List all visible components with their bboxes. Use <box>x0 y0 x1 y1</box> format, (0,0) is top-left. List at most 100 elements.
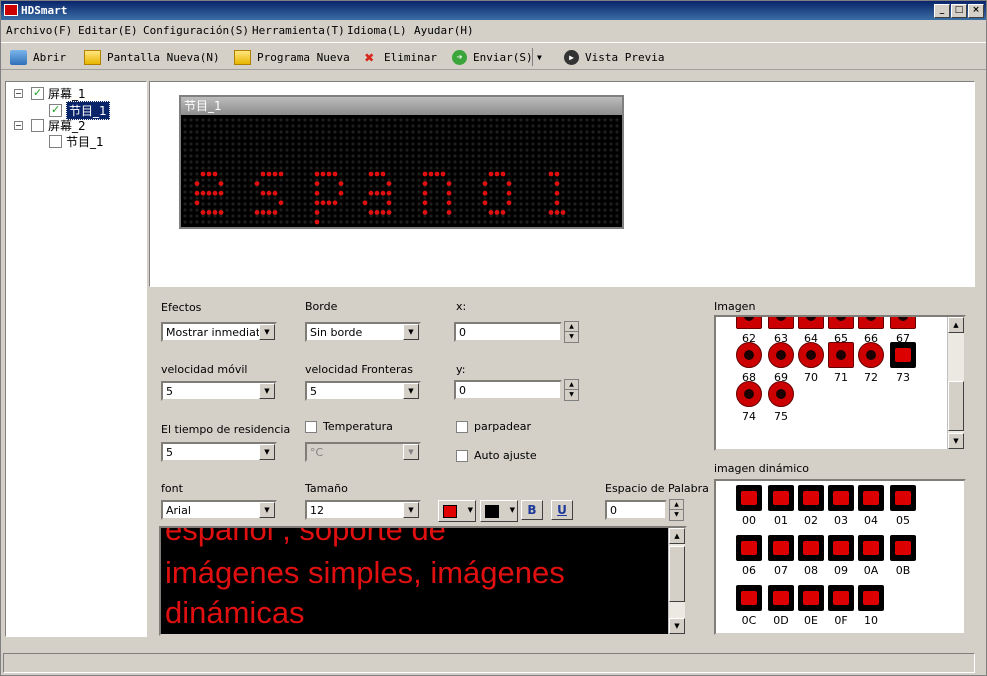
preview-button[interactable]: ▶ Vista Previa <box>564 48 664 66</box>
dynamic-item-07[interactable]: 07 <box>766 535 796 577</box>
dynamic-item-08[interactable]: 08 <box>796 535 826 577</box>
scroll-down-icon[interactable]: ▼ <box>669 618 685 634</box>
collapse-icon[interactable]: − <box>14 121 23 130</box>
menu-editar[interactable]: Editar(E) <box>78 24 138 37</box>
tree-checkbox[interactable] <box>31 119 44 132</box>
checkbox-box[interactable] <box>456 449 468 462</box>
chevron-down-icon[interactable]: ▼ <box>259 444 275 460</box>
scroll-up-icon[interactable]: ▲ <box>669 528 685 544</box>
image-item-64[interactable]: 64 <box>796 317 826 345</box>
tree-node-program-1b[interactable]: 节目_1 <box>49 133 104 150</box>
effects-select[interactable]: Mostrar inmediatam ▼ <box>161 322 277 342</box>
new-program-button[interactable]: Programa Nueva <box>234 48 350 66</box>
dynamic-item-03[interactable]: 03 <box>826 485 856 527</box>
stay-time-select[interactable]: 5 ▼ <box>161 442 277 462</box>
bold-button[interactable]: B <box>521 500 543 520</box>
y-spinner[interactable]: ▲ ▼ <box>564 379 579 401</box>
border-select[interactable]: Sin borde ▼ <box>305 322 421 342</box>
image-item-66[interactable]: 66 <box>856 317 886 345</box>
tree-checkbox[interactable] <box>31 86 44 100</box>
border-speed-select[interactable]: 5 ▼ <box>305 381 421 401</box>
x-spinner[interactable]: ▲ ▼ <box>564 321 579 343</box>
dynamic-item-0C[interactable]: 0C <box>734 585 764 627</box>
maximize-button[interactable]: □ <box>951 4 967 18</box>
image-item-62[interactable]: 62 <box>734 317 764 345</box>
text-editor[interactable]: español , soporte de imágenes simples, i… <box>159 526 687 636</box>
image-item-74[interactable]: 74 <box>734 381 764 423</box>
dynamic-item-10[interactable]: 10 <box>856 585 886 627</box>
tree-checkbox[interactable] <box>49 103 62 117</box>
dynamic-item-01[interactable]: 01 <box>766 485 796 527</box>
font-select[interactable]: Arial ▼ <box>161 500 277 520</box>
dynamic-item-0B[interactable]: 0B <box>888 535 918 577</box>
spin-up-icon[interactable]: ▲ <box>565 322 578 332</box>
checkbox-box[interactable] <box>456 420 468 433</box>
autofit-checkbox[interactable]: Auto ajuste <box>456 449 537 462</box>
size-select[interactable]: 12 ▼ <box>305 500 421 520</box>
tree-node-screen-2[interactable]: − 屏幕_2 <box>14 117 86 134</box>
tree-checkbox[interactable] <box>49 135 62 148</box>
dynamic-item-0A[interactable]: 0A <box>856 535 886 577</box>
image-item-69[interactable]: 69 <box>766 342 796 384</box>
image-item-75[interactable]: 75 <box>766 381 796 423</box>
image-item-71[interactable]: 71 <box>826 342 856 384</box>
speed-select[interactable]: 5 ▼ <box>161 381 277 401</box>
spacing-spinner[interactable]: ▲ ▼ <box>669 499 684 521</box>
dynamic-item-02[interactable]: 02 <box>796 485 826 527</box>
send-button[interactable]: ➔ Enviar(S) <box>452 48 533 66</box>
dynamic-item-05[interactable]: 05 <box>888 485 918 527</box>
delete-button[interactable]: ✖ Eliminar <box>361 48 437 66</box>
blink-checkbox[interactable]: parpadear <box>456 420 531 433</box>
minimize-button[interactable]: _ <box>934 4 950 18</box>
dynamic-item-06[interactable]: 06 <box>734 535 764 577</box>
image-item-65[interactable]: 65 <box>826 317 856 345</box>
image-item-72[interactable]: 72 <box>856 342 886 384</box>
spin-down-icon[interactable]: ▼ <box>565 332 578 342</box>
close-button[interactable]: × <box>968 4 984 18</box>
temperature-checkbox[interactable]: Temperatura <box>305 420 393 433</box>
dynamic-item-0F[interactable]: 0F <box>826 585 856 627</box>
spin-down-icon[interactable]: ▼ <box>670 510 683 520</box>
menu-idioma[interactable]: Idioma(L) <box>347 24 407 37</box>
send-dropdown-arrow[interactable]: ▼ <box>532 48 542 66</box>
tree-node-screen-1[interactable]: − 屏幕_1 <box>14 85 86 102</box>
editor-scrollbar[interactable]: ▲ ▼ <box>668 528 685 634</box>
image-panel-scrollbar[interactable]: ▲ ▼ <box>947 317 964 449</box>
dynamic-item-00[interactable]: 00 <box>734 485 764 527</box>
open-button[interactable]: Abrir <box>10 48 66 66</box>
spacing-input[interactable]: 0 <box>605 500 667 520</box>
dynamic-item-0D[interactable]: 0D <box>766 585 796 627</box>
dynamic-item-0E[interactable]: 0E <box>796 585 826 627</box>
chevron-down-icon[interactable]: ▼ <box>403 324 419 340</box>
image-item-67[interactable]: 67 <box>888 317 918 345</box>
menu-ayudar[interactable]: Ayudar(H) <box>414 24 474 37</box>
chevron-down-icon[interactable]: ▼ <box>259 502 275 518</box>
checkbox-box[interactable] <box>305 420 317 433</box>
underline-button[interactable]: U <box>551 500 573 520</box>
x-input[interactable]: 0 <box>454 322 562 342</box>
collapse-icon[interactable]: − <box>14 89 23 98</box>
spin-down-icon[interactable]: ▼ <box>565 390 578 400</box>
scroll-down-icon[interactable]: ▼ <box>948 433 964 449</box>
menu-herramienta[interactable]: Herramienta(T) <box>252 24 345 37</box>
background-color-button[interactable]: ▼ <box>480 500 518 522</box>
new-screen-button[interactable]: Pantalla Nueva(N) <box>84 48 220 66</box>
chevron-down-icon[interactable]: ▼ <box>259 383 275 399</box>
chevron-down-icon[interactable]: ▼ <box>259 324 275 340</box>
chevron-down-icon[interactable]: ▼ <box>403 383 419 399</box>
image-item-73[interactable]: 73 <box>888 342 918 384</box>
spin-up-icon[interactable]: ▲ <box>670 500 683 510</box>
image-item-70[interactable]: 70 <box>796 342 826 384</box>
dynamic-item-04[interactable]: 04 <box>856 485 886 527</box>
menu-archivo[interactable]: Archivo(F) <box>6 24 72 37</box>
dynamic-item-09[interactable]: 09 <box>826 535 856 577</box>
scroll-up-icon[interactable]: ▲ <box>948 317 964 333</box>
scroll-thumb[interactable] <box>948 381 964 431</box>
image-item-63[interactable]: 63 <box>766 317 796 345</box>
text-color-button[interactable]: ▼ <box>438 500 476 522</box>
scroll-thumb[interactable] <box>669 546 685 602</box>
image-item-68[interactable]: 68 <box>734 342 764 384</box>
y-input[interactable]: 0 <box>454 380 562 400</box>
spin-up-icon[interactable]: ▲ <box>565 380 578 390</box>
chevron-down-icon[interactable]: ▼ <box>403 502 419 518</box>
